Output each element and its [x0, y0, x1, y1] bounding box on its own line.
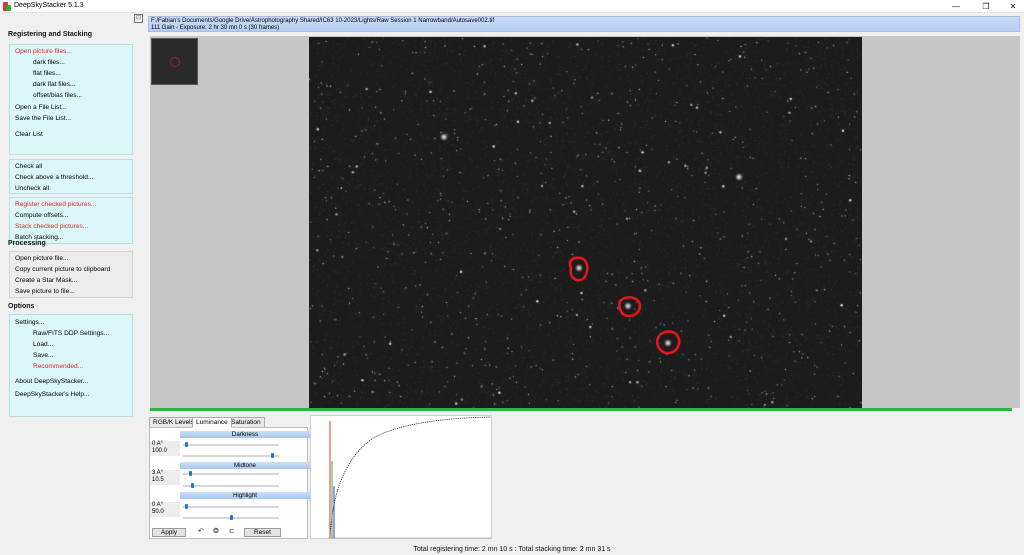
darkness-value: 100.0: [152, 448, 168, 454]
clear-list-link[interactable]: Clear List: [15, 131, 43, 138]
slider-thumb[interactable]: [229, 515, 233, 520]
processing-group: Open picture file... Copy current pictur…: [9, 251, 133, 298]
status-bar: Total registering time: 2 mn 10 s : Tota…: [413, 546, 611, 553]
open-picture-files-link[interactable]: Open picture files...: [15, 48, 72, 55]
highlight-value-box: 0 A° 50.0: [150, 502, 180, 517]
histogram[interactable]: [310, 415, 492, 539]
slider-thumb[interactable]: [188, 471, 192, 476]
annotation-overlay: [568, 256, 681, 355]
midtone-angle: 3 A°: [152, 470, 164, 476]
recommended-settings-link[interactable]: Recommended...: [33, 363, 83, 370]
settings-link[interactable]: Settings...: [15, 319, 44, 326]
slider-thumb[interactable]: [184, 442, 188, 447]
histogram-plot: [328, 416, 492, 539]
minimize-button[interactable]: —: [942, 0, 970, 13]
progress-bar: [150, 408, 1012, 411]
check-all-link[interactable]: Check all: [15, 163, 42, 170]
apply-button[interactable]: Apply: [152, 528, 186, 537]
highlight-value: 50.0: [152, 509, 164, 515]
file-path: F:/Fabian's Documents/Google Drive/Astro…: [151, 18, 495, 24]
create-star-mask-link[interactable]: Create a Star Mask...: [15, 277, 77, 284]
darkness-value-box: 0 A° 100.0: [150, 441, 180, 456]
settings-icon[interactable]: ❂: [213, 528, 219, 536]
open-files-group: Open picture files... dark files... flat…: [9, 44, 133, 155]
slider-thumb[interactable]: [191, 483, 195, 488]
darkness-header: Darkness: [180, 431, 310, 438]
open-picture-file-link[interactable]: Open picture file...: [15, 255, 69, 262]
stacking-group: Register checked pictures... Compute off…: [9, 197, 133, 244]
darkness-angle: 0 A°: [152, 441, 164, 447]
midtone-value: 10.5: [152, 477, 164, 483]
darkness-slider-2[interactable]: [183, 453, 279, 458]
raw-fits-settings-link[interactable]: Raw/FITS DDP Settings...: [33, 330, 109, 337]
window-title: DeepSkyStacker 5.1.3: [14, 2, 84, 9]
dark-files-link[interactable]: dark files...: [33, 59, 65, 66]
options-group: Settings... Raw/FITS DDP Settings... Loa…: [9, 314, 133, 417]
registering-section-title: Registering and Stacking: [8, 31, 93, 38]
redo-icon[interactable]: ⊏: [229, 528, 235, 536]
luminance-curve: [329, 416, 492, 539]
save-file-list-link[interactable]: Save the File List...: [15, 115, 71, 122]
close-button[interactable]: ✕: [999, 0, 1024, 13]
title-bar: DeepSkyStacker 5.1.3 — ❐ ✕: [0, 0, 1024, 13]
register-checked-link[interactable]: Register checked pictures...: [15, 201, 96, 208]
slider-thumb[interactable]: [184, 504, 188, 509]
midtone-slider-1[interactable]: [183, 471, 279, 476]
tab-luminance[interactable]: Luminance: [192, 417, 232, 428]
dark-flat-files-link[interactable]: dark flat files...: [33, 81, 76, 88]
processing-section-title: Processing: [8, 240, 46, 247]
open-file-list-link[interactable]: Open a File List...: [15, 104, 67, 111]
options-section-title: Options: [8, 303, 35, 310]
app-logo-icon: [3, 2, 11, 11]
reset-button[interactable]: Reset: [244, 528, 281, 537]
exposure-info: 111 Gain - Exposure: 2 hr 30 mn 0 s (30 …: [151, 25, 280, 31]
save-picture-link[interactable]: Save picture to file...: [15, 288, 75, 295]
midtone-header: Midtone: [180, 462, 310, 469]
preview-thumbnail[interactable]: [151, 38, 198, 85]
undo-icon[interactable]: ↶: [198, 528, 204, 536]
red-circle-annotation: [568, 256, 589, 282]
thumbnail-target-icon: [170, 57, 180, 67]
red-circle-annotation: [618, 296, 642, 318]
save-settings-link[interactable]: Save...: [33, 352, 54, 359]
highlight-slider-1[interactable]: [183, 504, 279, 509]
sidebar: ⊡ Registering and Stacking Open picture …: [3, 14, 145, 555]
highlight-angle: 0 A°: [152, 502, 164, 508]
copy-to-clipboard-link[interactable]: Copy current picture to clipboard: [15, 266, 110, 273]
flat-files-link[interactable]: flat files...: [33, 70, 61, 77]
compute-offsets-link[interactable]: Compute offsets...: [15, 212, 68, 219]
file-info-bar: F:/Fabian's Documents/Google Drive/Astro…: [148, 16, 1020, 32]
restore-button[interactable]: ❐: [972, 0, 1000, 13]
offset-bias-files-link[interactable]: offset/bias files...: [33, 92, 82, 99]
midtone-slider-2[interactable]: [183, 483, 279, 488]
red-circle-annotation: [655, 330, 681, 355]
load-settings-link[interactable]: Load...: [33, 341, 53, 348]
stack-checked-link[interactable]: Stack checked pictures...: [15, 223, 88, 230]
midtone-value-box: 3 A° 10.5: [150, 470, 180, 485]
slider-thumb[interactable]: [271, 453, 275, 458]
check-group: Check all Check above a threshold... Unc…: [9, 159, 133, 194]
uncheck-all-link[interactable]: Uncheck all: [15, 185, 49, 192]
about-link[interactable]: About DeepSkyStacker...: [15, 378, 88, 385]
darkness-slider-1[interactable]: [183, 442, 279, 447]
pin-icon[interactable]: ⊡: [134, 14, 143, 23]
help-link[interactable]: DeepSkyStacker's Help...: [15, 391, 90, 398]
check-threshold-link[interactable]: Check above a threshold...: [15, 174, 93, 181]
highlight-header: Highlight: [180, 492, 310, 499]
deepskystacker-window: DeepSkyStacker 5.1.3 — ❐ ✕ ⊡ Registering…: [0, 0, 1024, 555]
highlight-slider-2[interactable]: [183, 515, 279, 520]
luminance-panel: Darkness 0 A° 100.0 Midtone 3 A° 10.5 Hi…: [149, 427, 310, 539]
